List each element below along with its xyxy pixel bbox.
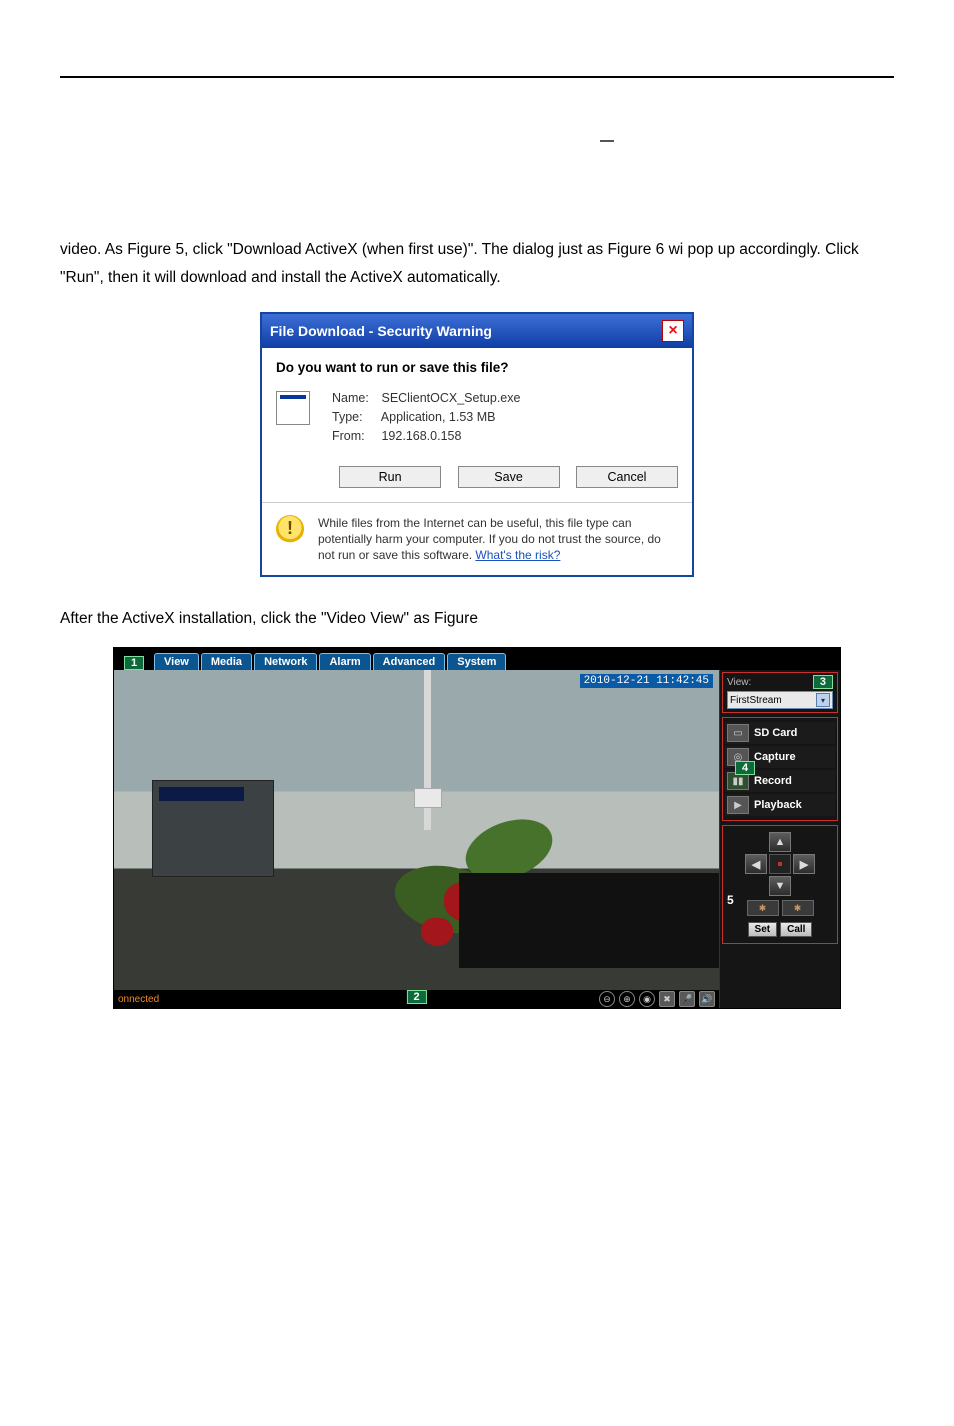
tab-system[interactable]: System <box>447 653 506 670</box>
ptz-up-button[interactable]: ▲ <box>769 832 791 852</box>
ptz-call-button[interactable]: Call <box>780 922 812 937</box>
value-type: Application, 1.53 MB <box>381 410 496 424</box>
value-name: SEClientOCX_Setup.exe <box>381 391 520 405</box>
file-icon <box>276 391 310 425</box>
save-button[interactable]: Save <box>458 466 560 488</box>
stream-select[interactable]: FirstStream ▾ <box>727 691 833 709</box>
callout-1: 1 <box>124 656 144 670</box>
label-from: From: <box>332 427 378 446</box>
dialog-button-row: Run Save Cancel <box>276 466 678 488</box>
close-icon[interactable]: × <box>662 320 684 342</box>
callout-2: 2 <box>406 990 426 1004</box>
scene-sofa <box>459 873 719 968</box>
file-details: Name: SEClientOCX_Setup.exe Type: Applic… <box>332 389 520 446</box>
ptz-panel: ▲ ◀ ▶ ▼ 5 ✱ ✱ Set Call <box>722 825 838 944</box>
scene-cabinet <box>152 780 274 877</box>
video-timestamp: 2010-12-21 11:42:45 <box>580 674 713 688</box>
sdcard-button[interactable]: ▭ SD Card <box>725 722 835 744</box>
callout-3: 3 <box>813 675 833 689</box>
playback-icon: ▶ <box>727 796 749 814</box>
stream-select-value: FirstStream <box>730 695 782 706</box>
paragraph-1: video. As Figure 5, click "Download Acti… <box>60 236 894 292</box>
view-label: View: <box>727 677 751 688</box>
scene-outlet <box>414 788 442 808</box>
camera-ui: 1 View Media Network Alarm Advanced Syst… <box>113 647 841 1009</box>
tab-alarm[interactable]: Alarm <box>319 653 370 670</box>
header-rule <box>60 76 894 78</box>
status-icon-1[interactable]: ⊖ <box>599 991 615 1007</box>
sdcard-icon: ▭ <box>727 724 749 742</box>
capture-label: Capture <box>754 751 796 763</box>
side-panel: View: 3 FirstStream ▾ ▭ SD Card ◎ Captur… <box>719 670 840 1008</box>
video-area: 2010-12-21 11:42:45 onnected 2 ⊖ ⊕ ◉ ✖ 🎤… <box>114 670 719 1008</box>
callout-4: 4 <box>735 761 755 775</box>
dialog-title-text: File Download - Security Warning <box>270 323 492 339</box>
ptz-center-button[interactable] <box>769 854 791 874</box>
status-icon-mic[interactable]: 🎤 <box>679 991 695 1007</box>
status-icon-speaker[interactable]: 🔊 <box>699 991 715 1007</box>
status-connected: onnected <box>118 994 159 1005</box>
label-name: Name: <box>332 389 378 408</box>
whats-the-risk-link[interactable]: What's the risk? <box>475 548 560 562</box>
callout-5: 5 <box>727 893 734 907</box>
tab-advanced[interactable]: Advanced <box>373 653 446 670</box>
cancel-button[interactable]: Cancel <box>576 466 678 488</box>
paragraph-2: After the ActiveX installation, click th… <box>60 605 894 633</box>
value-from: 192.168.0.158 <box>381 429 461 443</box>
warning-text: While files from the Internet can be use… <box>318 515 678 563</box>
playback-label: Playback <box>754 799 802 811</box>
dialog-warning: While files from the Internet can be use… <box>262 502 692 575</box>
view-selector-box: View: 3 FirstStream ▾ <box>722 672 838 713</box>
video-feed[interactable]: 2010-12-21 11:42:45 <box>114 670 719 990</box>
status-icon-4[interactable]: ✖ <box>659 991 675 1007</box>
tab-view[interactable]: View <box>154 653 199 670</box>
ptz-aux-2[interactable]: ✱ <box>782 900 814 916</box>
tab-media[interactable]: Media <box>201 653 252 670</box>
dialog-titlebar: File Download - Security Warning × <box>262 314 692 348</box>
status-icon-2[interactable]: ⊕ <box>619 991 635 1007</box>
status-bar: onnected 2 ⊖ ⊕ ◉ ✖ 🎤 🔊 <box>114 990 719 1008</box>
warning-icon <box>276 515 304 543</box>
sdcard-label: SD Card <box>754 727 797 739</box>
record-button[interactable]: ▮▮ 4 Record <box>725 770 835 792</box>
chevron-down-icon: ▾ <box>816 693 830 707</box>
record-label: Record <box>754 775 792 787</box>
playback-button[interactable]: ▶ Playback <box>725 794 835 816</box>
run-button[interactable]: Run <box>339 466 441 488</box>
tab-network[interactable]: Network <box>254 653 317 670</box>
label-type: Type: <box>332 408 378 427</box>
header-mark <box>600 140 614 142</box>
ptz-left-button[interactable]: ◀ <box>745 854 767 874</box>
status-icon-3[interactable]: ◉ <box>639 991 655 1007</box>
ptz-right-button[interactable]: ▶ <box>793 854 815 874</box>
dialog-question: Do you want to run or save this file? <box>276 360 678 375</box>
ptz-set-button[interactable]: Set <box>748 922 778 937</box>
ptz-down-button[interactable]: ▼ <box>769 876 791 896</box>
file-download-dialog: File Download - Security Warning × Do yo… <box>260 312 694 577</box>
ptz-aux-1[interactable]: ✱ <box>747 900 779 916</box>
side-buttons: ▭ SD Card ◎ Capture ▮▮ 4 Record ▶ Playba… <box>722 717 838 821</box>
tab-bar: 1 View Media Network Alarm Advanced Syst… <box>114 648 840 670</box>
